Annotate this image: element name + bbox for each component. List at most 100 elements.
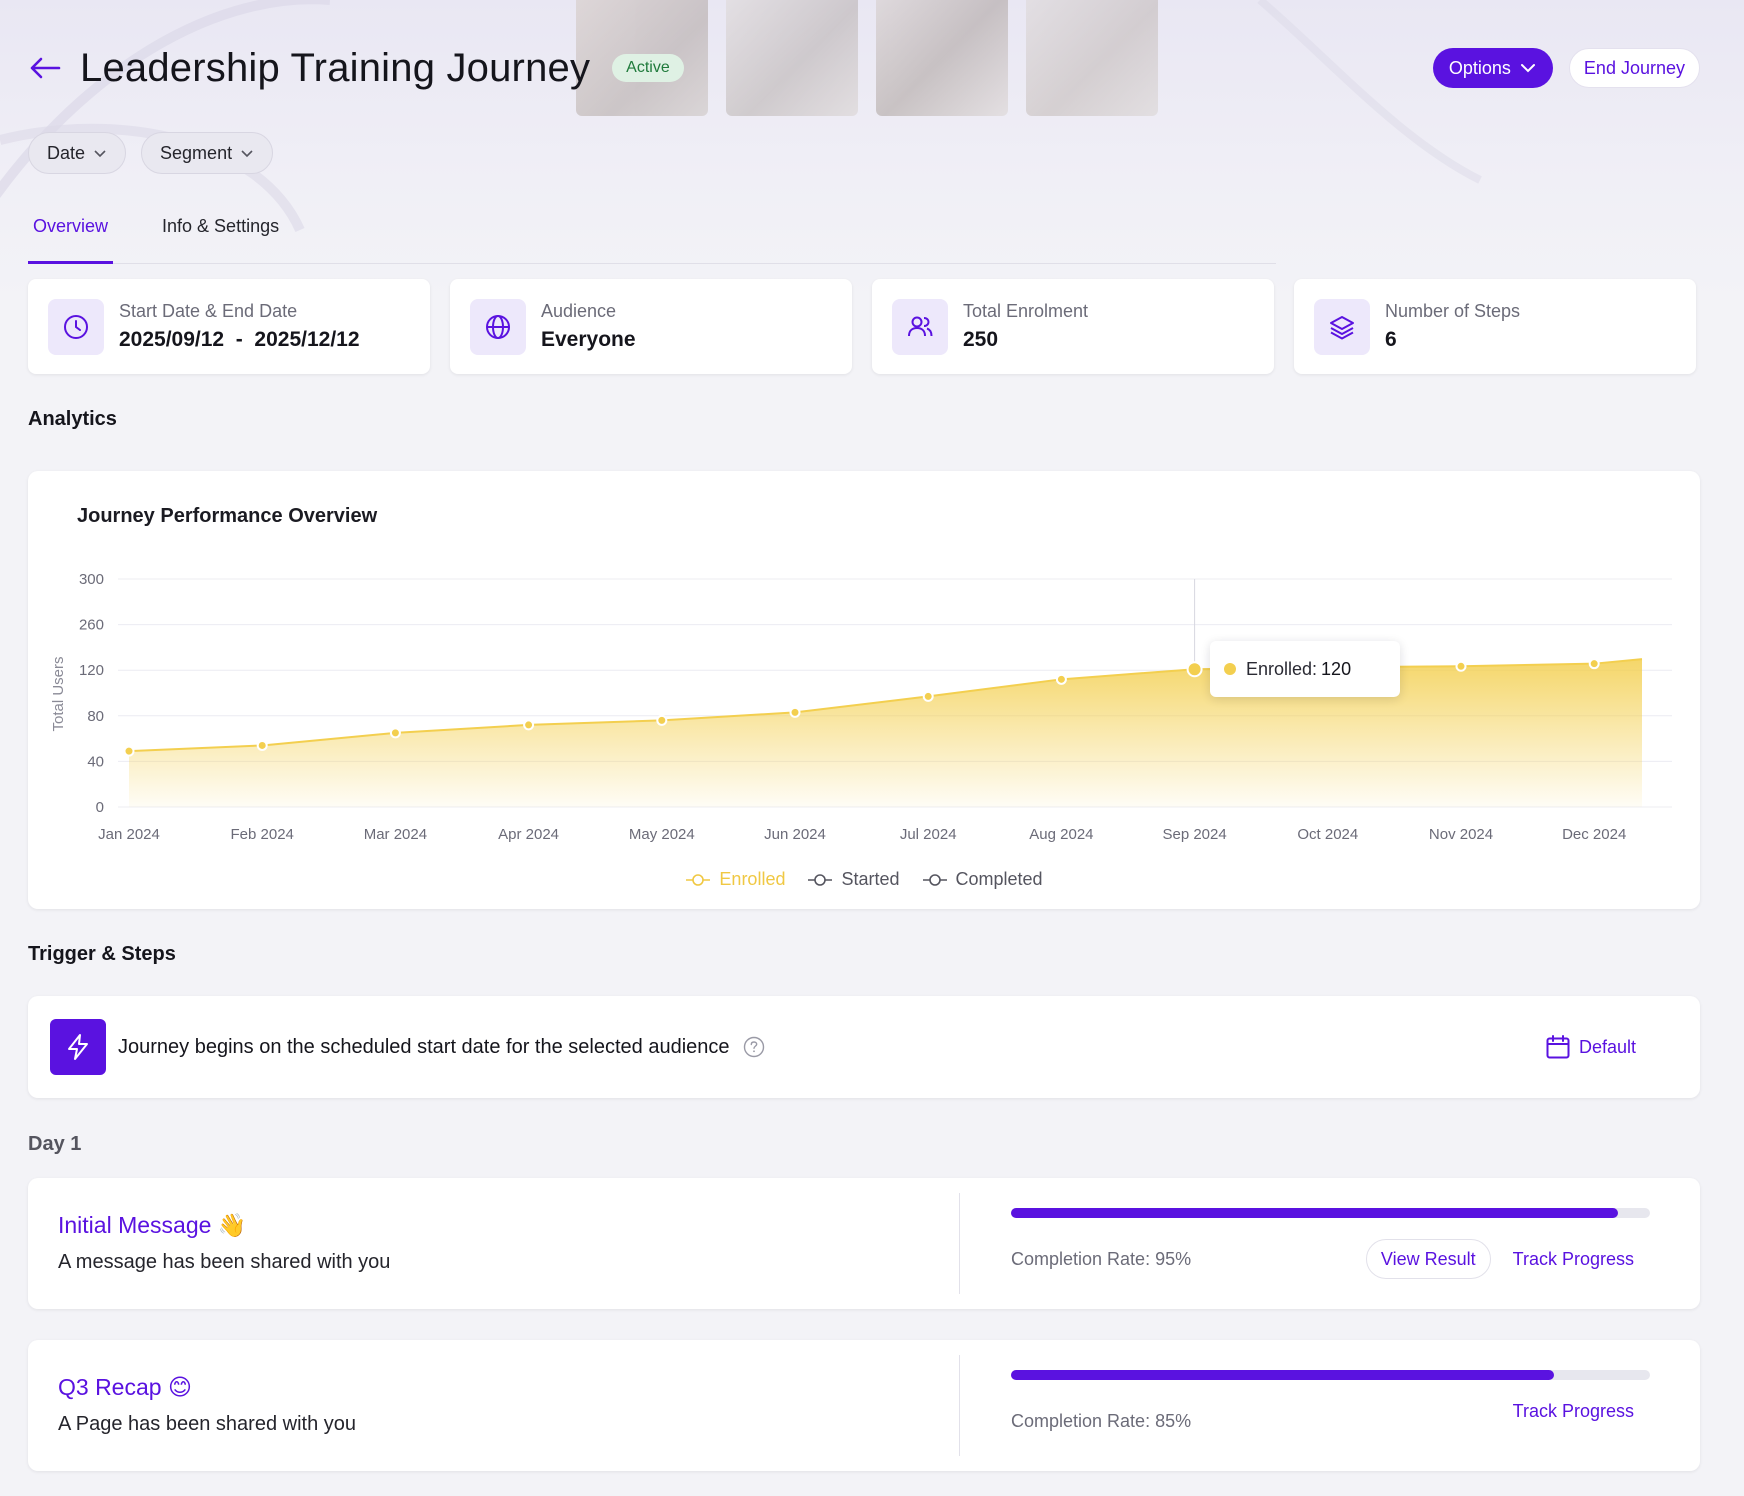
x-tick-label: Dec 2024 [1562,826,1626,843]
help-icon[interactable] [743,1036,765,1058]
legend-marker-icon [686,873,711,886]
data-point[interactable] [389,727,401,739]
performance-chart-card: 0 40 80 120 260 300 Jan 2024 Feb 2024 Mar 2024 A… [28,471,1700,909]
date-filter[interactable]: Date [28,132,127,174]
question-circle-icon [743,1037,765,1058]
tab-info-settings[interactable]: Info & Settings [157,204,284,264]
legend-marker-icon [808,873,833,886]
stat-card-dates: Start Date & End Date 2025/09/12 - 2025/… [28,279,430,374]
step-title-text: Initial Message [58,1212,212,1238]
view-result-button[interactable]: View Result [1365,1239,1491,1279]
globe-icon [486,314,510,339]
x-tick-label: Nov 2024 [1429,826,1493,843]
step-emoji: 👋 [217,1212,247,1238]
data-point[interactable] [123,745,135,757]
data-point[interactable] [523,719,535,731]
x-tick-label: Mar 2024 [364,826,427,843]
stats-row: Start Date & End Date 2025/09/12 - 2025/… [28,279,1696,374]
data-point[interactable] [256,739,268,751]
y-tick-label: 120 [79,662,104,679]
performance-chart: 0 40 80 120 260 300 Jan 2024 Feb 2024 Mar 2024 A… [50,571,1672,843]
data-point[interactable] [1455,660,1467,672]
stat-icon-box [470,298,526,355]
default-schedule-button[interactable]: Default [1545,1034,1636,1060]
stat-value: 2025/09/12 - 2025/12/12 [119,328,360,351]
legend-started[interactable]: Started [807,869,900,890]
stat-card-enrolment: Total Enrolment 250 [872,279,1274,374]
completion-rate: Completion Rate: 85% [1011,1411,1192,1431]
data-point[interactable] [922,690,934,702]
back-button[interactable] [28,51,62,85]
data-point[interactable] [1186,661,1203,678]
stat-icon-box [48,298,104,355]
chart-title: Journey Performance Overview [77,505,378,527]
segment-filter[interactable]: Segment [141,132,274,174]
completion-progress-fill [1011,1208,1619,1218]
data-point[interactable] [789,706,801,718]
completion-progress-fill [1011,1370,1555,1380]
enrolled-area [129,659,1642,807]
trigger-steps-heading: Trigger & Steps [28,943,176,965]
filter-bar: Date Segment [28,132,274,174]
data-point[interactable] [656,714,668,726]
layers-icon [1330,315,1354,339]
analytics-heading: Analytics [28,408,117,430]
trigger-card: Journey begins on the scheduled start da… [28,996,1700,1098]
x-tick-label: Aug 2024 [1029,826,1093,843]
default-label: Default [1578,1036,1636,1057]
completion-rate: Completion Rate: 95% [1011,1249,1192,1269]
data-point[interactable] [1588,658,1600,670]
calendar-icon [1546,1035,1570,1059]
step-title[interactable]: Q3 Recap 😊 [58,1374,356,1401]
stat-icon-box [892,298,948,355]
stat-value: 6 [1385,328,1397,351]
y-axis-label: Total Users [50,656,67,731]
users-icon [908,316,933,336]
legend-label: Started [841,869,900,889]
chevron-down-icon [94,150,106,158]
chevron-down-icon [241,150,253,158]
lightning-icon [68,1034,88,1060]
clock-icon [64,314,88,339]
divider [959,1193,960,1294]
stat-value: Everyone [541,328,636,351]
stat-label: Audience [541,301,617,321]
x-tick-label: Jul 2024 [900,826,957,843]
completion-progress-bar [1011,1370,1650,1380]
tooltip-dot [1224,663,1236,675]
chart-legend: Enrolled Started Completed [28,869,1700,890]
y-tick-label: 80 [87,708,104,725]
chevron-down-icon [1520,64,1535,73]
step-title[interactable]: Initial Message 👋 [58,1212,390,1239]
track-progress-link[interactable]: Track Progress [1513,1401,1634,1422]
chart-tooltip: Enrolled: 120 [1210,641,1400,697]
legend-enrolled[interactable]: Enrolled [685,869,785,890]
trigger-icon-box [50,1019,106,1075]
stat-label: Number of Steps [1385,301,1521,321]
x-tick-label: Apr 2024 [498,826,559,843]
tab-bar: Overview Info & Settings [28,204,1276,264]
legend-label: Enrolled [719,869,786,889]
arrow-left-icon [30,57,61,79]
step-card: Initial Message 👋 A message has been sha… [28,1178,1700,1309]
trigger-text: Journey begins on the scheduled start da… [118,1035,730,1058]
legend-completed[interactable]: Completed [922,869,1043,890]
x-tick-label: Oct 2024 [1297,826,1358,843]
legend-label: Completed [955,869,1043,889]
track-progress-link[interactable]: Track Progress [1513,1249,1634,1270]
options-label: Options [1448,57,1511,78]
options-button[interactable]: Options [1432,48,1553,88]
page-header: Leadership Training Journey Active Optio… [28,40,1700,96]
trigger-description: Journey begins on the scheduled start da… [118,1036,765,1059]
data-point[interactable] [1055,673,1067,685]
step-title-text: Q3 Recap [58,1374,162,1400]
stat-label: Total Enrolment [963,301,1089,321]
end-journey-button[interactable]: End Journey [1568,48,1700,88]
completion-progress-bar [1011,1208,1650,1218]
step-subtitle: A message has been shared with you [58,1251,391,1273]
stat-card-audience: Audience Everyone [450,279,852,374]
day-label: Day 1 [28,1133,82,1155]
tab-overview[interactable]: Overview [28,204,114,264]
x-tick-label: Sep 2024 [1162,826,1226,843]
page-title: Leadership Training Journey [80,45,591,90]
